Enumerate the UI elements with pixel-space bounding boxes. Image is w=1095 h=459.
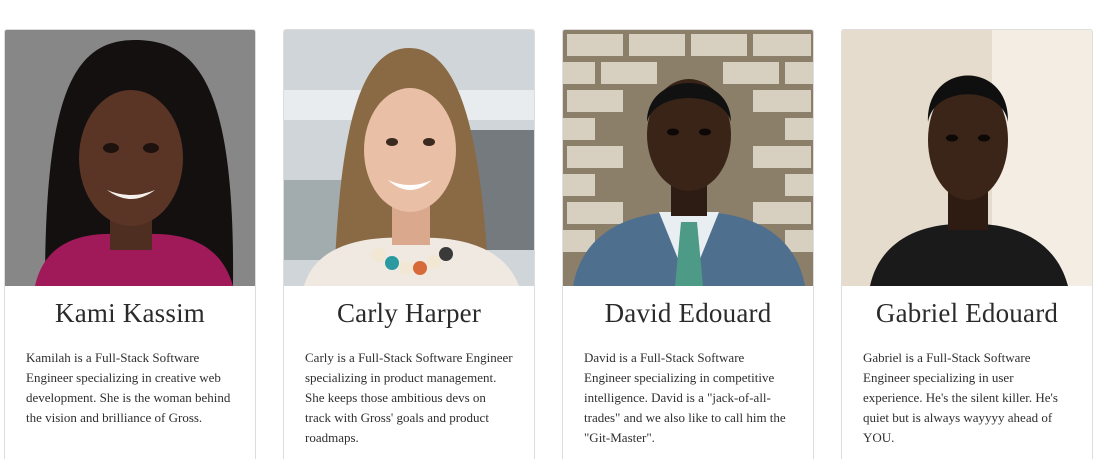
member-bio: Carly is a Full-Stack Software Engineer … [305, 350, 513, 445]
member-name: David Edouard [604, 298, 772, 328]
team-photo [842, 30, 1092, 286]
member-name: Kami Kassim [55, 298, 205, 328]
team-card-gabriel-edouard: Gabriel Edouard Gabriel is a Full-Stack … [841, 29, 1093, 459]
team-photo [5, 30, 255, 286]
member-name: Carly Harper [336, 298, 482, 328]
member-bio: Gabriel is a Full-Stack Software Enginee… [863, 350, 1058, 445]
team-card-david-edouard: David Edouard David is a Full-Stack Soft… [562, 29, 814, 459]
team-card-carly-harper: Carly Harper Carly is a Full-Stack Softw… [283, 29, 535, 459]
team-card-kami-kassim: Kami Kassim Kamilah is a Full-Stack Soft… [4, 29, 256, 459]
team-photo [563, 30, 813, 286]
member-name: Gabriel Edouard [875, 298, 1059, 328]
member-bio: Kamilah is a Full-Stack Software Enginee… [26, 350, 231, 425]
team-photo [284, 30, 534, 286]
member-bio: David is a Full-Stack Software Engineer … [584, 350, 786, 445]
team-grid: Kami Kassim Kamilah is a Full-Stack Soft… [0, 0, 1095, 459]
